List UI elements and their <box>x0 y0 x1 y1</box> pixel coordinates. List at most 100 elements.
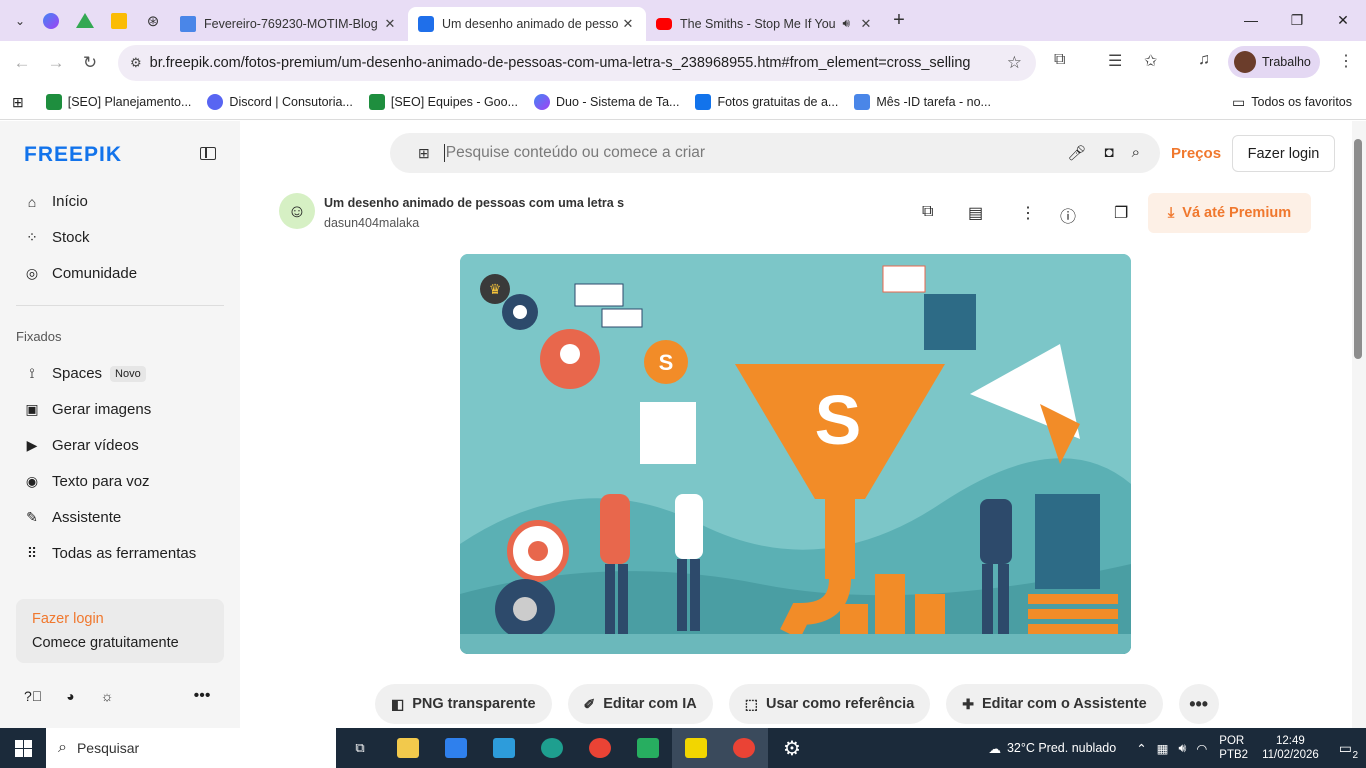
language-indicator[interactable]: POR PTB2 <box>1219 734 1248 762</box>
png-transparent-button[interactable]: ◧ PNG transparente <box>375 684 552 724</box>
info-icon[interactable]: ⓘ <box>1060 203 1076 227</box>
more-vertical-icon[interactable]: ⋮ <box>1020 203 1036 223</box>
wifi-icon[interactable]: ◠ <box>1196 741 1207 756</box>
pinned-tab-4[interactable]: ⊛ <box>136 6 170 36</box>
edge-app[interactable] <box>528 728 576 768</box>
discord-icon[interactable]: ◕ <box>66 688 74 704</box>
taskbar-search[interactable]: ⌕ Pesquisar <box>46 728 336 768</box>
microphone-icon[interactable]: 🎤︎ <box>1067 144 1086 162</box>
search-categories-icon[interactable]: ⊞ <box>418 145 430 162</box>
more-options-icon[interactable]: ••• <box>194 687 211 705</box>
more-actions-button[interactable]: ••• <box>1178 684 1219 724</box>
menu-kebab-icon[interactable]: ⋮ <box>1338 51 1354 71</box>
new-tab-button[interactable]: + <box>884 9 914 32</box>
audio-playing-icon[interactable]: 🔊︎ <box>842 16 850 31</box>
nav-stock[interactable]: ⁘ Stock <box>24 229 89 246</box>
collapse-sidebar-icon[interactable] <box>200 147 216 160</box>
explorer-app[interactable] <box>384 728 432 768</box>
camera-icon[interactable]: ◘ <box>1105 144 1114 162</box>
chrome-profile-app[interactable] <box>720 728 768 768</box>
image-search-icon[interactable]: ⧉ <box>922 203 933 221</box>
bookmark-item[interactable]: [SEO] Planejamento... <box>45 94 191 110</box>
author-avatar[interactable]: ☺ <box>279 193 315 229</box>
chevron-up-icon[interactable]: ⌃ <box>1136 741 1146 756</box>
bookmark-item[interactable]: [SEO] Equipes - Goo... <box>368 94 518 110</box>
apps-grid-icon[interactable]: ⊞ <box>12 94 24 111</box>
tab-search-button[interactable]: ⌄ <box>6 7 34 35</box>
weather-text[interactable]: 32°C Pred. nublado <box>1007 741 1116 755</box>
back-button[interactable]: ← <box>5 46 39 80</box>
close-tab-icon[interactable]: ✕ <box>858 16 874 32</box>
chrome-app[interactable] <box>576 728 624 768</box>
pinned-tab-1[interactable] <box>34 6 68 36</box>
bookmarks-bar: ⊞ [SEO] Planejamento... Discord | Consut… <box>0 85 1366 120</box>
tab-1[interactable]: Fevereiro-769230-MOTIM-Blog ✕ <box>170 7 408 41</box>
mail-app[interactable] <box>480 728 528 768</box>
nav-texto-para-voz[interactable]: ◉ Texto para voz <box>24 473 150 490</box>
task-view-button[interactable]: ⧉ <box>336 728 384 768</box>
reload-button[interactable]: ↻ <box>73 46 107 80</box>
go-premium-button[interactable]: ⤓ Vá até Premium <box>1148 193 1311 233</box>
bookmark-item[interactable]: Duo - Sistema de Ta... <box>534 94 679 110</box>
edit-with-assistant-button[interactable]: ✚ Editar com o Assistente <box>946 684 1163 724</box>
copy-icon[interactable]: ❐ <box>1114 203 1128 223</box>
tab-2[interactable]: Um desenho animado de pesso ✕ <box>408 6 646 41</box>
weather-icon[interactable]: ☁ <box>988 741 1001 756</box>
search-icon[interactable]: ⌕ <box>1132 144 1140 162</box>
favorites-icon[interactable]: ✩ <box>1144 51 1157 71</box>
theme-sun-icon[interactable]: ☼ <box>101 688 114 704</box>
minimize-button[interactable]: — <box>1228 0 1274 40</box>
add-to-collection-icon[interactable]: ▤ <box>968 203 983 223</box>
bookmark-item[interactable]: Fotos gratuitas de a... <box>695 94 838 110</box>
bookmark-item[interactable]: Mês -ID tarefa - no... <box>854 94 991 110</box>
profile-button[interactable]: Trabalho <box>1228 46 1320 78</box>
tab-3[interactable]: The Smiths - Stop Me If You 🔊︎ ✕ <box>646 7 884 41</box>
bookmark-item[interactable]: Discord | Consutoria... <box>207 94 353 110</box>
all-favorites[interactable]: ▭ Todos os favoritos <box>1232 94 1352 111</box>
nav-comunidade[interactable]: ◎ Comunidade <box>24 265 137 282</box>
scrollbar-thumb[interactable] <box>1354 139 1362 359</box>
nav-inicio[interactable]: ⌂ Início <box>24 193 88 210</box>
login-button[interactable]: Fazer login <box>1232 135 1335 172</box>
store-app[interactable] <box>432 728 480 768</box>
chat-app[interactable] <box>624 728 672 768</box>
pinned-tab-2[interactable] <box>68 6 102 36</box>
volume-icon[interactable]: 🔊︎ <box>1178 741 1186 756</box>
address-bar[interactable]: ⚙ br.freepik.com/fotos-premium/um-desenh… <box>118 45 1036 81</box>
site-info-icon[interactable]: ⚙ <box>130 55 142 71</box>
nav-assistente[interactable]: ✎ Assistente <box>24 509 121 526</box>
windows-start-button[interactable] <box>0 728 46 768</box>
close-tab-icon[interactable]: ✕ <box>620 16 636 32</box>
close-window-button[interactable]: ✕ <box>1320 0 1366 40</box>
url-text[interactable]: br.freepik.com/fotos-premium/um-desenho-… <box>150 55 970 71</box>
use-as-reference-button[interactable]: ⬚ Usar como referência <box>728 684 931 724</box>
pricing-link[interactable]: Preços <box>1171 145 1221 162</box>
help-icon[interactable]: ?⃝ <box>24 688 42 704</box>
restore-button[interactable]: ❐ <box>1274 0 1320 40</box>
bookmark-star-icon[interactable]: ☆ <box>1007 53 1022 73</box>
forward-button[interactable]: → <box>39 46 73 80</box>
clock[interactable]: 12:49 11/02/2026 <box>1262 734 1319 762</box>
settings-app[interactable]: ⚙ <box>768 728 816 768</box>
freepik-logo[interactable]: FREEPIK <box>24 143 122 167</box>
login-link[interactable]: Fazer login <box>32 611 208 627</box>
edit-with-ai-button[interactable]: ✐ Editar com IA <box>567 684 713 724</box>
pinned-tab-3[interactable] <box>102 6 136 36</box>
start-free-link[interactable]: Comece gratuitamente <box>32 635 208 651</box>
page-scrollbar[interactable] <box>1352 121 1366 728</box>
search-bar[interactable]: ⊞ Pesquise conteúdo ou comece a criar 🎤︎… <box>390 133 1160 173</box>
nav-gerar-videos[interactable]: ▶ Gerar vídeos <box>24 437 139 454</box>
preview-image[interactable]: S S ♛ <box>460 254 1131 654</box>
sticky-notes-app[interactable] <box>672 728 720 768</box>
extensions-icon[interactable]: ⧉ <box>1054 51 1065 69</box>
media-control-icon[interactable]: ♫ <box>1198 51 1210 69</box>
notifications-button[interactable]: ▭ 2 <box>1339 740 1358 761</box>
reading-list-icon[interactable]: ☰ <box>1108 51 1122 71</box>
author-name[interactable]: dasun404malaka <box>324 216 419 230</box>
nav-todas-ferramentas[interactable]: ⠿ Todas as ferramentas <box>24 545 196 562</box>
nav-gerar-imagens[interactable]: ▣ Gerar imagens <box>24 401 151 418</box>
search-input[interactable]: Pesquise conteúdo ou comece a criar <box>446 144 705 162</box>
network-icon[interactable]: ▦ <box>1157 741 1169 756</box>
nav-spaces[interactable]: ⟟ Spaces Novo <box>24 365 146 382</box>
close-tab-icon[interactable]: ✕ <box>382 16 398 32</box>
